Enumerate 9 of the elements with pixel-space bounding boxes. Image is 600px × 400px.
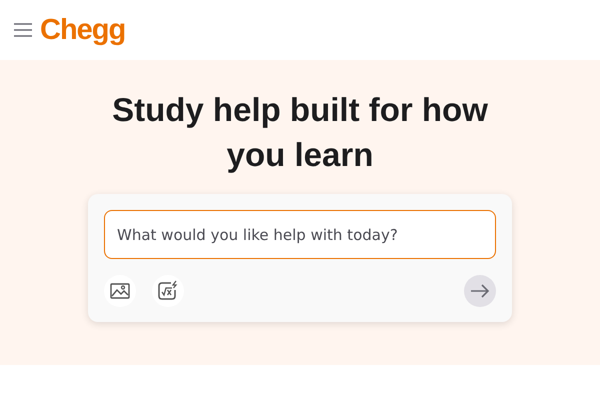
logo[interactable]: Chegg: [40, 16, 126, 44]
image-upload-button[interactable]: [104, 275, 136, 307]
hero-title: Study help built for how you learn: [111, 90, 489, 175]
menu-icon[interactable]: [14, 23, 32, 37]
image-icon: [110, 283, 130, 299]
question-input[interactable]: What would you like help with today?: [104, 210, 496, 259]
square-root-icon: [157, 280, 179, 302]
math-button[interactable]: [152, 275, 184, 307]
arrow-icon: [470, 284, 490, 298]
